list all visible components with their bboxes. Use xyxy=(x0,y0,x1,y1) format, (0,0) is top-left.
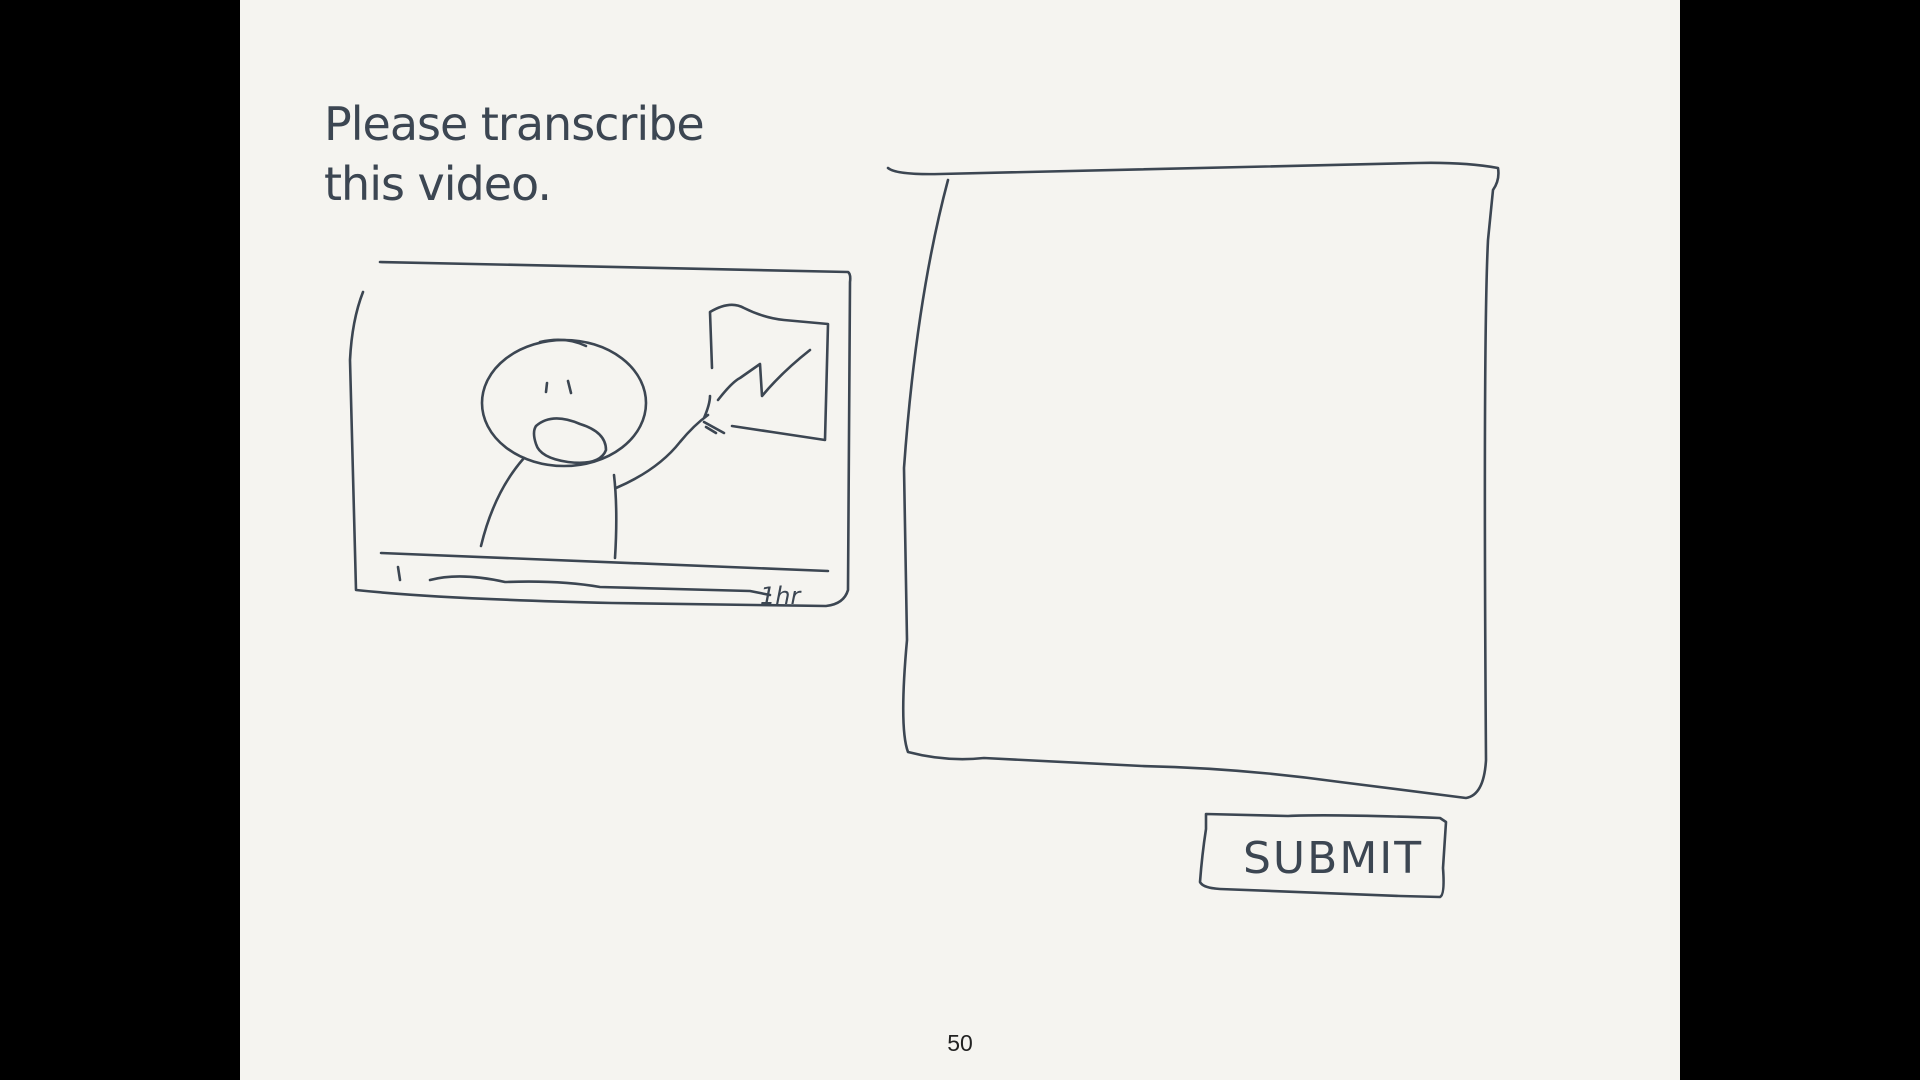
playhead-icon[interactable] xyxy=(396,565,402,582)
whiteboard xyxy=(708,303,830,442)
chart-sketch-icon xyxy=(716,348,812,402)
prompt-line-1: Please transcribe xyxy=(324,97,704,151)
presenter-arm xyxy=(614,394,726,490)
transcription-input-area[interactable] xyxy=(920,190,1480,750)
presenter-body xyxy=(479,456,618,560)
submit-button[interactable]: SUBMIT xyxy=(1198,812,1448,899)
presenter-eye-right xyxy=(566,379,573,395)
wireframe-sketch: Please transcribe this video. 1hr SUBMIT xyxy=(324,97,1500,899)
submit-button-label: SUBMIT xyxy=(1243,833,1423,884)
presenter-head xyxy=(480,338,648,468)
presenter-eye-left xyxy=(544,381,549,394)
slide: Please transcribe this video. 1hr SUBMIT… xyxy=(240,0,1680,1080)
page-number: 50 xyxy=(947,1030,973,1056)
video-player[interactable]: 1hr xyxy=(348,260,852,610)
video-progress-line xyxy=(428,575,772,597)
prompt-line-2: this video. xyxy=(324,157,551,211)
transcription-textarea[interactable] xyxy=(886,161,1500,800)
video-progress-track[interactable] xyxy=(379,551,830,573)
video-duration: 1hr xyxy=(760,582,802,610)
presenter-mouth xyxy=(532,417,608,465)
